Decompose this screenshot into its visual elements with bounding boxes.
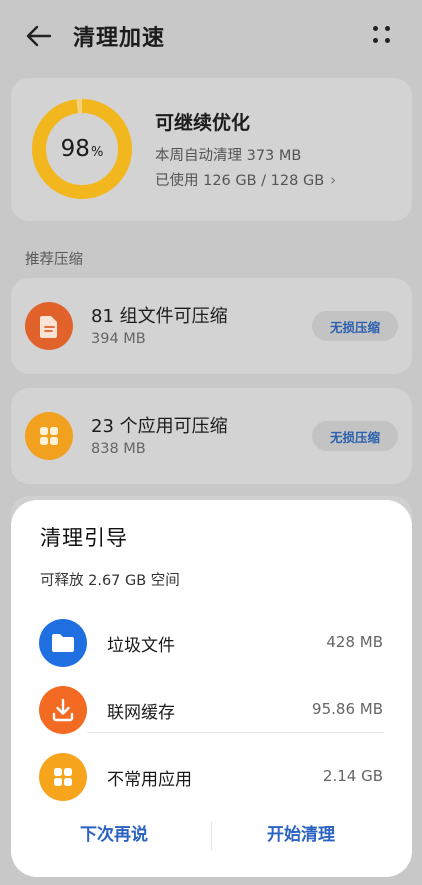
storage-percent: 98% [31, 98, 133, 200]
freeable-space-text: 可释放 2.67 GB 空间 [40, 573, 180, 589]
page-title: 清理加速 [73, 26, 166, 51]
button-divider [211, 822, 212, 850]
storage-used-text: 已使用 126 GB / 128 GB [155, 173, 325, 189]
row-divider [87, 732, 384, 733]
start-cleanup-button[interactable]: 开始清理 [267, 820, 335, 845]
junk-files-label: 垃圾文件 [107, 636, 175, 656]
section-label: 推荐压缩 [25, 252, 83, 268]
compress-files-size: 394 MB [91, 331, 146, 347]
sheet-title: 清理引导 [40, 526, 128, 550]
download-icon [39, 686, 87, 734]
cleanup-guide-sheet: 清理引导 可释放 2.67 GB 空间 垃圾文件 428 MB 联网缓存 95.… [11, 500, 412, 877]
compress-files-card[interactable]: 81 组文件可压缩 394 MB 无损压缩 [11, 278, 412, 374]
file-icon [25, 302, 73, 350]
compress-apps-title: 23 个应用可压缩 [91, 416, 228, 437]
optimize-title: 可继续优化 [155, 112, 251, 134]
unused-apps-label: 不常用应用 [107, 770, 192, 790]
apps-grid-icon [25, 412, 73, 460]
compress-files-title: 81 组文件可压缩 [91, 306, 228, 327]
chevron-right-icon: › [330, 171, 337, 189]
storage-percent-value: 98 [60, 136, 90, 162]
network-cache-label: 联网缓存 [107, 703, 175, 723]
junk-files-size: 428 MB [326, 633, 383, 651]
folder-icon [39, 619, 87, 667]
storage-summary-card[interactable]: 98% 可继续优化 本周自动清理 373 MB 已使用 126 GB / 128… [11, 78, 412, 221]
weekly-cleanup-text: 本周自动清理 373 MB [155, 148, 302, 164]
network-cache-size: 95.86 MB [312, 700, 383, 718]
storage-used-link[interactable]: 已使用 126 GB / 128 GB › [155, 169, 336, 190]
storage-percent-unit: % [90, 144, 104, 160]
more-options-icon[interactable] [371, 24, 393, 46]
unused-apps-size: 2.14 GB [322, 767, 383, 785]
apps-grid-icon [39, 753, 87, 801]
later-button[interactable]: 下次再说 [80, 820, 148, 845]
compress-apps-card[interactable]: 23 个应用可压缩 838 MB 无损压缩 [11, 388, 412, 484]
lossless-compress-button[interactable]: 无损压缩 [312, 421, 398, 451]
back-arrow-icon[interactable] [24, 22, 54, 50]
lossless-compress-button[interactable]: 无损压缩 [312, 311, 398, 341]
compress-apps-size: 838 MB [91, 441, 146, 457]
